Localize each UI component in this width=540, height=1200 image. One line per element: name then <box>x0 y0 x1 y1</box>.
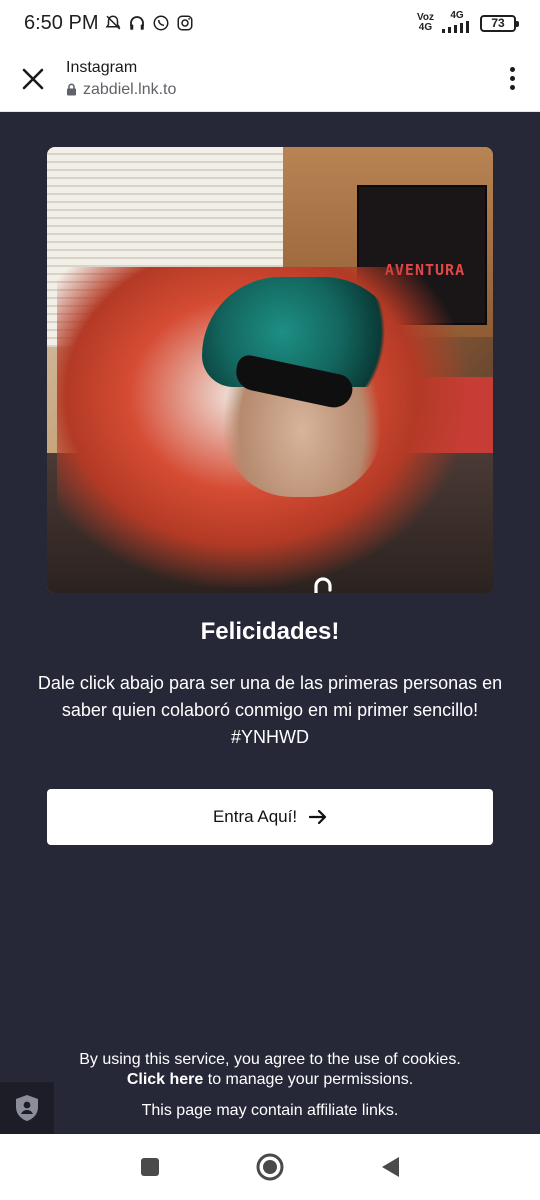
status-time: 6:50 PM <box>24 11 99 34</box>
back-button[interactable] <box>365 1142 415 1192</box>
privacy-settings-button[interactable] <box>0 1082 54 1134</box>
unlock-icon[interactable] <box>299 575 337 593</box>
signal-indicator: 4G <box>442 9 472 36</box>
page-url: zabdiel.lnk.to <box>83 80 177 98</box>
lock-icon <box>67 83 76 96</box>
system-navigation-bar <box>0 1134 540 1200</box>
battery-level: 73 <box>491 16 505 30</box>
description-text: Dale click abajo para ser una de las pri… <box>37 673 503 747</box>
cookie-text: By using this service, you agree to the … <box>79 1051 461 1068</box>
square-icon <box>141 1158 159 1176</box>
cookie-footer: By using this service, you agree to the … <box>0 1050 540 1121</box>
more-vert-icon-dot <box>509 76 515 81</box>
status-system-icons: Voz 4G 4G 73 <box>417 9 519 36</box>
congrats-title: Felicidades! <box>200 618 340 645</box>
headphones-icon <box>128 14 146 32</box>
enter-here-button[interactable]: Entra Aquí! <box>47 789 493 845</box>
browser-header: Instagram zabdiel.lnk.to <box>0 46 540 112</box>
page-content: AVENTURA Felicidades! Dale click abajo p… <box>0 112 540 1134</box>
recents-button[interactable] <box>125 1142 175 1192</box>
close-icon <box>22 68 44 89</box>
page-title: Instagram <box>66 58 138 76</box>
status-bar: 6:50 PM Voz 4G 4G 73 <box>0 0 540 46</box>
signal-icon <box>442 20 469 33</box>
artwork-person <box>57 267 467 587</box>
arrow-right-icon <box>309 809 327 825</box>
affiliate-text: This page may contain affiliate links. <box>141 1102 399 1119</box>
status-notification-icons <box>104 14 194 32</box>
network-type-label-2: 4G <box>450 9 464 21</box>
circle-icon <box>256 1153 284 1181</box>
shield-icon <box>16 1095 38 1121</box>
bell-off-icon <box>104 14 122 32</box>
triangle-back-icon <box>382 1157 399 1177</box>
header-text: Instagram zabdiel.lnk.to <box>66 59 484 99</box>
more-vert-icon <box>509 67 515 72</box>
enter-here-label: Entra Aquí! <box>212 807 298 826</box>
battery-indicator: 73 <box>480 14 519 32</box>
more-vert-icon-dot <box>509 85 515 90</box>
url-row: zabdiel.lnk.to <box>66 81 484 99</box>
whatsapp-icon <box>152 14 170 32</box>
network-type-label: 4G <box>418 22 433 33</box>
voz-4g-indicator: Voz 4G <box>417 13 434 33</box>
manage-permissions-line: Click here to manage your permissions. <box>0 1070 540 1090</box>
home-button[interactable] <box>245 1142 295 1192</box>
cover-artwork: AVENTURA <box>47 147 493 593</box>
close-button[interactable] <box>0 46 66 112</box>
more-options-button[interactable] <box>484 46 540 112</box>
instagram-icon <box>176 14 194 32</box>
manage-permissions-text: to manage your permissions. <box>203 1071 414 1088</box>
click-here-link[interactable]: Click here <box>127 1071 203 1088</box>
